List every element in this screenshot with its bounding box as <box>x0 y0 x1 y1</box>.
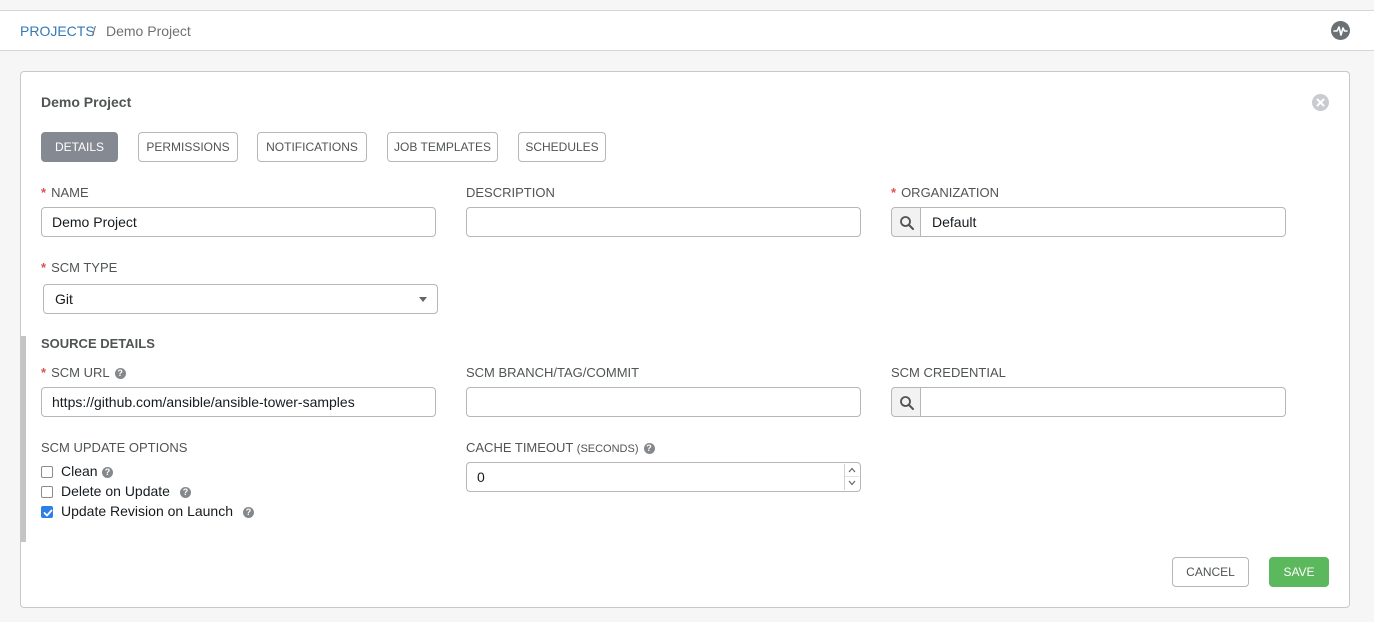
scm-url-label-text: SCM URL <box>51 365 110 380</box>
name-label-text: NAME <box>51 185 89 200</box>
breadcrumb-current: Demo Project <box>106 23 191 39</box>
cancel-button[interactable]: CANCEL <box>1172 557 1249 587</box>
scm-type-select[interactable]: Git <box>43 284 438 314</box>
help-icon[interactable]: ? <box>114 368 126 380</box>
required-marker: * <box>41 365 47 380</box>
update-revision-on-launch-checkbox[interactable] <box>41 506 53 518</box>
search-icon <box>900 396 914 410</box>
scm-branch-label: SCM BRANCH/TAG/COMMIT <box>466 365 640 380</box>
scm-url-input[interactable]: https://github.com/ansible/ansible-tower… <box>41 387 436 417</box>
scm-url-label: * SCM URL? <box>41 365 126 380</box>
cache-timeout-input[interactable]: 0 <box>466 462 861 492</box>
required-marker: * <box>41 185 47 200</box>
clean-option[interactable]: Clean ? <box>41 463 121 481</box>
scm-credential-lookup-button[interactable] <box>891 387 921 417</box>
chevron-down-icon <box>848 480 856 486</box>
spin-down-button[interactable] <box>845 477 859 490</box>
project-form-panel: Demo Project DETAILS PERMISSIONS NOTIFIC… <box>20 71 1350 608</box>
tab-schedules[interactable]: SCHEDULES <box>518 132 606 162</box>
description-label: DESCRIPTION <box>466 185 555 200</box>
update-revision-on-launch-label: Update Revision on Launch <box>61 503 234 519</box>
delete-on-update-option[interactable]: Delete on Update ? <box>41 483 201 501</box>
delete-on-update-label: Delete on Update <box>61 483 170 499</box>
source-details-section-bar <box>21 336 26 542</box>
tab-job-templates[interactable]: JOB TEMPLATES <box>387 132 498 162</box>
scm-credential-label: SCM CREDENTIAL <box>891 365 1006 380</box>
checkmark-icon <box>43 509 53 517</box>
organization-lookup-button[interactable] <box>891 207 921 237</box>
breadcrumb-projects-link[interactable]: PROJECTS <box>20 23 95 39</box>
tab-details[interactable]: DETAILS <box>41 132 118 162</box>
cache-timeout-unit: (SECONDS) <box>576 443 639 455</box>
description-input[interactable] <box>466 207 861 237</box>
panel-title: Demo Project <box>41 94 132 110</box>
help-icon[interactable]: ? <box>102 467 113 478</box>
scm-type-label-text: SCM TYPE <box>51 260 118 275</box>
scm-type-value: Git <box>55 291 73 307</box>
save-button[interactable]: SAVE <box>1269 557 1329 587</box>
chevron-up-icon <box>848 467 856 473</box>
clean-label: Clean <box>61 463 98 479</box>
scm-branch-input[interactable] <box>466 387 861 417</box>
help-icon[interactable]: ? <box>643 443 655 455</box>
name-input[interactable]: Demo Project <box>41 207 436 237</box>
cache-timeout-label-text: CACHE TIMEOUT <box>466 440 574 455</box>
organization-label-text: ORGANIZATION <box>901 185 1000 200</box>
clean-checkbox[interactable] <box>41 466 53 478</box>
search-icon <box>900 216 914 230</box>
organization-input[interactable]: Default <box>921 207 1286 237</box>
tab-notifications[interactable]: NOTIFICATIONS <box>257 132 367 162</box>
delete-on-update-checkbox[interactable] <box>41 486 53 498</box>
activity-stream-icon[interactable] <box>1331 21 1350 40</box>
spin-up-button[interactable] <box>845 464 859 477</box>
required-marker: * <box>41 260 47 275</box>
caret-down-icon <box>419 297 427 302</box>
organization-label: * ORGANIZATION <box>891 185 999 200</box>
breadcrumb-separator: / <box>92 23 96 39</box>
scm-update-options-label: SCM UPDATE OPTIONS <box>41 440 188 455</box>
cache-timeout-value: 0 <box>477 469 485 485</box>
scm-credential-input[interactable] <box>921 387 1286 417</box>
close-icon[interactable] <box>1312 94 1329 111</box>
help-icon[interactable]: ? <box>180 487 191 498</box>
name-label: * NAME <box>41 185 89 200</box>
scm-type-label: * SCM TYPE <box>41 260 117 275</box>
cache-timeout-label: CACHE TIMEOUT (SECONDS)? <box>466 440 655 455</box>
help-icon[interactable]: ? <box>243 507 254 518</box>
top-bar: PROJECTS / Demo Project <box>0 10 1374 51</box>
tab-permissions[interactable]: PERMISSIONS <box>138 132 238 162</box>
required-marker: * <box>891 185 897 200</box>
update-revision-on-launch-option[interactable]: Update Revision on Launch ? <box>41 503 261 521</box>
cache-timeout-spinner <box>844 464 859 490</box>
source-details-title: SOURCE DETAILS <box>41 336 155 351</box>
